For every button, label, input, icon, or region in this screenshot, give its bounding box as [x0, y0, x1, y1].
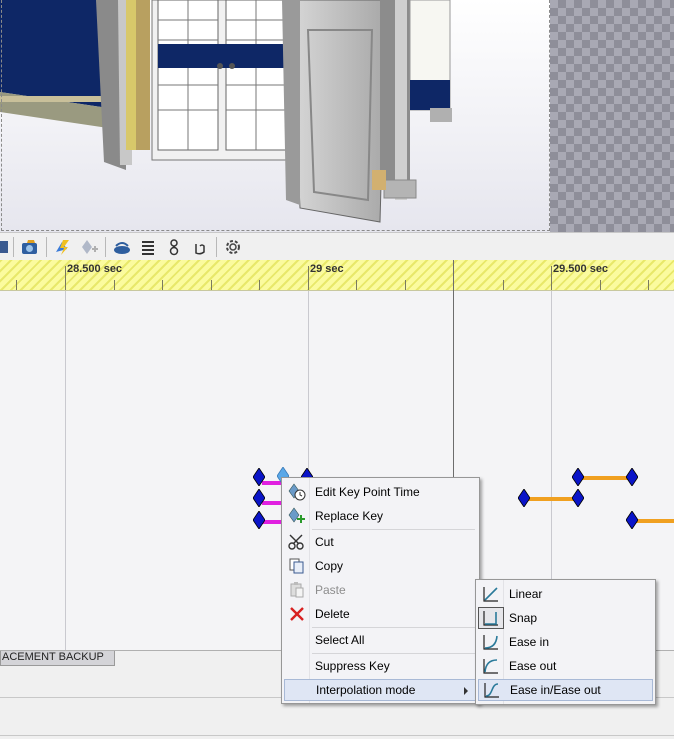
- key-bar-orange[interactable]: [580, 476, 632, 480]
- 3d-viewport[interactable]: [0, 0, 674, 232]
- ease-in-out-curve-icon: [479, 679, 505, 701]
- ruler-tick: [259, 280, 260, 290]
- transparent-background: [550, 0, 674, 232]
- key-point[interactable]: [518, 489, 530, 507]
- interpolation-submenu: Linear Snap Ease in Ease out Ease in/Eas…: [475, 579, 656, 705]
- menu-item-delete[interactable]: Delete: [284, 603, 477, 625]
- viewport-selection-border: [1, 0, 550, 231]
- menu-separator: [312, 653, 475, 654]
- stack-icon[interactable]: [135, 235, 161, 259]
- edit-key-time-icon: [284, 481, 310, 503]
- ruler-tick: [551, 266, 552, 290]
- grid-line: [65, 291, 66, 651]
- add-key-icon[interactable]: [76, 235, 102, 259]
- toolbar-separator: [46, 236, 47, 257]
- ruler-tick: [162, 280, 163, 290]
- menu-item-suppress-key[interactable]: Suppress Key: [284, 655, 477, 677]
- camera-icon[interactable]: [17, 235, 43, 259]
- empty-icon-slot: [284, 629, 310, 651]
- ruler-tick: [16, 280, 17, 290]
- menu-item-label: Ease out: [509, 659, 557, 673]
- toolbar-separator: [105, 236, 106, 257]
- submenu-item-ease-in[interactable]: Ease in: [478, 631, 653, 653]
- ruler-tick: [114, 280, 115, 290]
- ruler-tick: [503, 280, 504, 290]
- menu-separator: [312, 627, 475, 628]
- copy-icon: [284, 555, 310, 577]
- menu-item-cut[interactable]: Cut: [284, 531, 477, 553]
- menu-separator: [312, 529, 475, 530]
- menu-item-copy[interactable]: Copy: [284, 555, 477, 577]
- menu-item-edit-key-point-time[interactable]: Edit Key Point Time: [284, 481, 477, 503]
- timeline-toolbar: [0, 232, 674, 260]
- ruler-tick: [65, 266, 66, 290]
- motion-icon[interactable]: [161, 235, 187, 259]
- cursor-icon[interactable]: [187, 235, 213, 259]
- toolbar-separator: [216, 236, 217, 257]
- tab-placement-backup[interactable]: ACEMENT BACKUP: [0, 651, 115, 666]
- key-point[interactable]: [572, 489, 584, 507]
- menu-item-replace-key[interactable]: Replace Key: [284, 505, 477, 527]
- ruler-tick: [648, 280, 649, 290]
- rebuild-icon[interactable]: [50, 235, 76, 259]
- menu-item-select-all[interactable]: Select All: [284, 629, 477, 651]
- animation-editor: 28.500 sec 29 sec 29.500 sec ACEMENT BAC…: [0, 0, 674, 739]
- ruler-tick: [405, 280, 406, 290]
- key-point[interactable]: [626, 511, 638, 529]
- ruler-label-28-5: 28.500 sec: [67, 263, 123, 275]
- submenu-item-snap[interactable]: Snap: [478, 607, 653, 629]
- empty-icon-slot: [284, 655, 310, 677]
- save-icon[interactable]: [0, 235, 10, 259]
- menu-item-label: Linear: [509, 587, 543, 601]
- paste-icon: [284, 579, 310, 601]
- key-bar-orange[interactable]: [634, 519, 674, 523]
- replace-key-icon: [284, 505, 310, 527]
- submenu-item-ease-in-ease-out[interactable]: Ease in/Ease out: [478, 679, 653, 701]
- empty-icon-slot: [285, 679, 311, 701]
- menu-item-label: Ease in/Ease out: [510, 683, 601, 697]
- submenu-item-ease-out[interactable]: Ease out: [478, 655, 653, 677]
- key-point[interactable]: [253, 489, 265, 507]
- menu-item-label: Ease in: [509, 635, 550, 649]
- menu-item-label: Delete: [315, 607, 350, 621]
- menu-item-label: Interpolation mode: [316, 683, 416, 697]
- snap-curve-icon: [478, 607, 504, 629]
- ruler-tick: [308, 266, 309, 290]
- menu-item-label: Copy: [315, 559, 344, 573]
- ruler-tick: [356, 280, 357, 290]
- menu-item-label: Snap: [509, 611, 538, 625]
- menu-item-label: Suppress Key: [315, 659, 390, 673]
- key-bar-orange[interactable]: [526, 497, 578, 501]
- ruler-label-29: 29 sec: [310, 263, 344, 275]
- menu-item-label: Edit Key Point Time: [315, 485, 420, 499]
- key-point[interactable]: [572, 468, 584, 486]
- menu-item-interpolation-mode[interactable]: Interpolation mode: [284, 679, 477, 701]
- menu-item-label: Select All: [315, 633, 365, 647]
- divider: [0, 735, 674, 736]
- toolbar-separator: [13, 236, 14, 257]
- playback-icon[interactable]: [109, 235, 135, 259]
- menu-item-label: Paste: [315, 583, 346, 597]
- menu-item-paste[interactable]: Paste: [284, 579, 477, 601]
- key-point[interactable]: [626, 468, 638, 486]
- ruler-label-29-5: 29.500 sec: [553, 263, 609, 275]
- time-ruler[interactable]: 28.500 sec 29 sec 29.500 sec: [0, 260, 674, 291]
- ruler-tick: [600, 280, 601, 290]
- ease-in-curve-icon: [478, 631, 504, 653]
- ruler-tick: [211, 280, 212, 290]
- delete-x-icon: [284, 603, 310, 625]
- menu-item-label: Replace Key: [315, 509, 384, 523]
- ease-out-curve-icon: [478, 655, 504, 677]
- context-menu: Edit Key Point Time Replace Key Cut Copy: [281, 477, 480, 704]
- submenu-item-linear[interactable]: Linear: [478, 583, 653, 605]
- settings-icon[interactable]: [220, 235, 246, 259]
- menu-item-label: Cut: [315, 535, 334, 549]
- key-point[interactable]: [253, 468, 265, 486]
- key-point[interactable]: [253, 511, 265, 529]
- linear-curve-icon: [478, 583, 504, 605]
- submenu-arrow-icon: [464, 687, 468, 695]
- scissors-icon: [284, 531, 310, 553]
